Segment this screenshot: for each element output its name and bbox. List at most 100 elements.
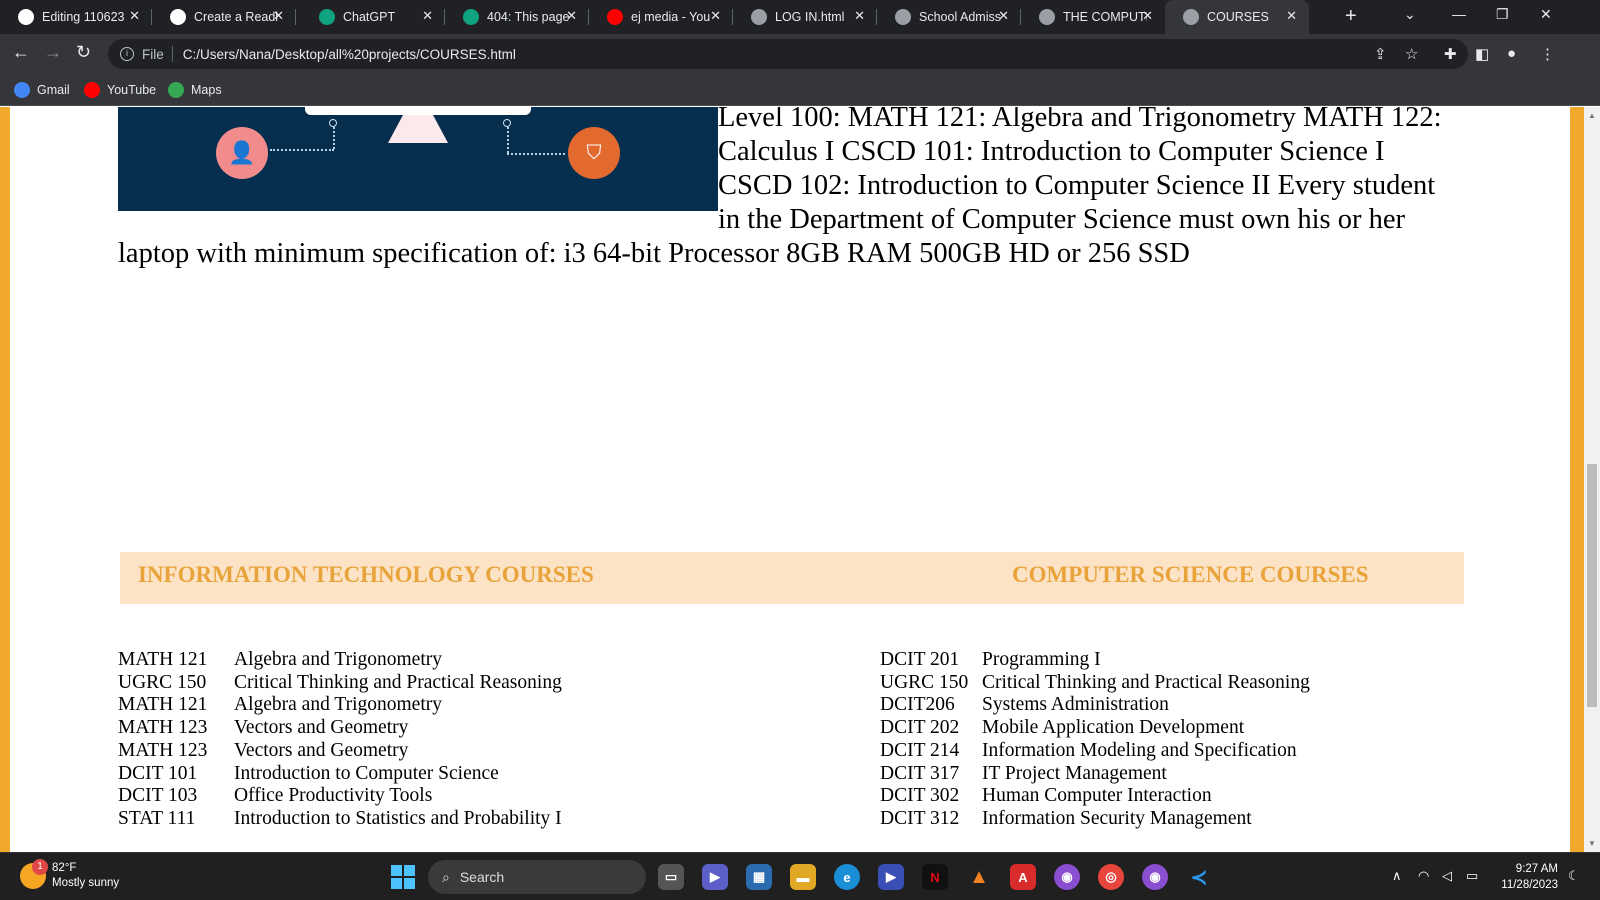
task-view-icon[interactable]: ▭ bbox=[658, 864, 684, 890]
course-name: Information Modeling and Specification bbox=[982, 739, 1297, 761]
vertical-scrollbar[interactable]: ▲ ▼ bbox=[1584, 107, 1600, 852]
microsoft-store-icon[interactable]: ▦ bbox=[746, 864, 772, 890]
reload-button[interactable]: ↻ bbox=[76, 42, 91, 63]
address-divider bbox=[171, 46, 173, 62]
tab-2[interactable]: ChatGPT ✕ bbox=[301, 0, 445, 34]
close-window-button[interactable]: ✕ bbox=[1540, 6, 1552, 23]
tab-strip: Editing 110623 ✕ Create a Readl ✕ ChatGPT ✕ 40… bbox=[0, 0, 1600, 34]
weather-widget[interactable]: 1 82°F Mostly sunny bbox=[20, 859, 119, 891]
globe-icon bbox=[895, 9, 911, 25]
scroll-thumb[interactable] bbox=[1587, 464, 1597, 707]
taskbar-search[interactable]: ⌕ Search bbox=[428, 860, 646, 894]
tab-title: THE COMPUTE bbox=[1063, 10, 1147, 24]
address-bar[interactable]: i File C:/Users/Nana/Desktop/all%20proje… bbox=[108, 39, 1468, 69]
scroll-up-arrow-icon[interactable]: ▲ bbox=[1588, 111, 1596, 120]
battery-icon[interactable]: ▭ bbox=[1466, 868, 1478, 884]
tab-close-icon[interactable]: ✕ bbox=[273, 8, 284, 24]
course-name: Programming I bbox=[982, 649, 1101, 670]
course-name: Introduction to Computer Science bbox=[234, 762, 499, 784]
tab-0[interactable]: Editing 110623 ✕ bbox=[0, 0, 152, 34]
chrome-icon[interactable]: ◎ bbox=[1098, 864, 1124, 890]
system-clock[interactable]: 9:27 AM 11/28/2023 bbox=[1482, 861, 1558, 893]
youtube-icon bbox=[607, 9, 623, 25]
course-code: DCIT 214 bbox=[880, 739, 960, 761]
new-tab-button[interactable]: + bbox=[1345, 5, 1357, 28]
course-row: MATH 121 Algebra and Trigonometry bbox=[118, 649, 562, 672]
course-code: MATH 121 bbox=[118, 694, 208, 716]
course-row: STAT 111 Introduction to Statistics and P… bbox=[118, 808, 562, 831]
course-name: Office Productivity Tools bbox=[234, 785, 433, 807]
tab-close-icon[interactable]: ✕ bbox=[1142, 8, 1153, 24]
tab-8[interactable]: COURSES ✕ bbox=[1165, 0, 1309, 34]
site-info-icon[interactable]: i bbox=[120, 47, 134, 61]
bookmark-maps[interactable]: Maps bbox=[168, 82, 222, 98]
youtube-icon bbox=[84, 82, 100, 98]
bookmark-star-icon[interactable]: ☆ bbox=[1405, 45, 1418, 63]
tab-4[interactable]: ej media - You ✕ bbox=[589, 0, 733, 34]
sun-icon: 1 bbox=[20, 859, 48, 889]
browser-toolbar: ← → ↻ i File C:/Users/Nana/Desktop/all%2… bbox=[0, 34, 1600, 74]
bookmark-youtube[interactable]: YouTube bbox=[84, 82, 156, 98]
tab-6[interactable]: School Admiss ✕ bbox=[877, 0, 1021, 34]
restore-button[interactable]: ❐ bbox=[1496, 6, 1509, 23]
tab-title: Create a Readl bbox=[194, 10, 278, 24]
address-url[interactable]: C:/Users/Nana/Desktop/all%20projects/COU… bbox=[183, 47, 516, 62]
tab-title: School Admiss bbox=[919, 10, 1001, 24]
it-courses-heading: INFORMATION TECHNOLOGY COURSES bbox=[138, 562, 594, 587]
tray-chevron-up-icon[interactable]: ∧ bbox=[1392, 868, 1402, 884]
tab-title: Editing 110623 bbox=[42, 10, 125, 24]
github-desktop-icon[interactable]: ◉ bbox=[1054, 864, 1080, 890]
start-button-windows-icon[interactable] bbox=[391, 865, 415, 889]
bookmark-label: Maps bbox=[191, 83, 222, 97]
tab-close-icon[interactable]: ✕ bbox=[129, 8, 140, 24]
tab-5[interactable]: LOG IN.html ✕ bbox=[733, 0, 877, 34]
tab-close-icon[interactable]: ✕ bbox=[998, 8, 1009, 24]
course-name: Systems Administration bbox=[982, 694, 1169, 716]
minimize-button[interactable]: — bbox=[1452, 6, 1466, 22]
course-code: UGRC 150 bbox=[880, 671, 969, 693]
forward-button[interactable]: → bbox=[44, 42, 62, 63]
tab-close-icon[interactable]: ✕ bbox=[1286, 8, 1297, 24]
notification-badge: 1 bbox=[32, 859, 48, 875]
tab-search-chevron-icon[interactable]: ⌄ bbox=[1404, 6, 1416, 23]
back-button[interactable]: ← bbox=[12, 42, 30, 63]
tab-7[interactable]: THE COMPUTE ✕ bbox=[1021, 0, 1165, 34]
extensions-puzzle-icon[interactable]: ✚ bbox=[1444, 45, 1457, 63]
share-icon[interactable]: ⇪ bbox=[1374, 45, 1387, 63]
notifications-icon[interactable]: ☾ bbox=[1568, 868, 1580, 884]
vlc-icon[interactable]: ▲ bbox=[966, 864, 992, 890]
tab-close-icon[interactable]: ✕ bbox=[854, 8, 865, 24]
tab-close-icon[interactable]: ✕ bbox=[566, 8, 577, 24]
github-desktop-icon-2[interactable]: ◉ bbox=[1142, 864, 1168, 890]
wifi-icon[interactable]: ◠ bbox=[1418, 868, 1429, 884]
weather-temp: 82°F bbox=[52, 862, 77, 874]
clock-date: 11/28/2023 bbox=[1501, 879, 1558, 891]
profile-icon[interactable]: ● bbox=[1507, 45, 1516, 62]
volume-icon[interactable]: ◁ bbox=[1442, 868, 1452, 884]
media-player-icon[interactable]: ▶ bbox=[878, 864, 904, 890]
netflix-icon[interactable]: N bbox=[922, 864, 948, 890]
course-name: Introduction to Statistics and Probabili… bbox=[234, 807, 562, 829]
teams-chat-icon[interactable]: ▶ bbox=[702, 864, 728, 890]
edge-browser-icon[interactable]: e bbox=[834, 864, 860, 890]
menu-kebab-icon[interactable]: ⋮ bbox=[1540, 45, 1555, 63]
course-code: MATH 121 bbox=[118, 649, 208, 670]
tab-close-icon[interactable]: ✕ bbox=[422, 8, 433, 24]
course-name: Mobile Application Development bbox=[982, 717, 1245, 739]
file-explorer-icon[interactable]: ▬ bbox=[790, 864, 816, 890]
chatgpt-icon bbox=[463, 9, 479, 25]
tab-1[interactable]: Create a Readl ✕ bbox=[152, 0, 296, 34]
tab-title: LOG IN.html bbox=[775, 10, 845, 24]
acrobat-icon[interactable]: A bbox=[1010, 864, 1036, 890]
tab-close-icon[interactable]: ✕ bbox=[710, 8, 721, 24]
cs-courses-heading: COMPUTER SCIENCE COURSES bbox=[1012, 562, 1369, 587]
side-panel-icon[interactable]: ◧ bbox=[1475, 45, 1489, 63]
course-name: IT Project Management bbox=[982, 762, 1167, 784]
course-row: DCIT 214 Information Modeling and Specifi… bbox=[880, 740, 1310, 763]
scroll-down-arrow-icon[interactable]: ▼ bbox=[1588, 839, 1596, 848]
search-placeholder: Search bbox=[459, 869, 505, 885]
bookmark-gmail[interactable]: Gmail bbox=[14, 82, 70, 98]
tab-3[interactable]: 404: This page ✕ bbox=[445, 0, 589, 34]
vscode-icon[interactable]: ≺ bbox=[1186, 864, 1212, 890]
tab-title: ChatGPT bbox=[343, 10, 396, 24]
